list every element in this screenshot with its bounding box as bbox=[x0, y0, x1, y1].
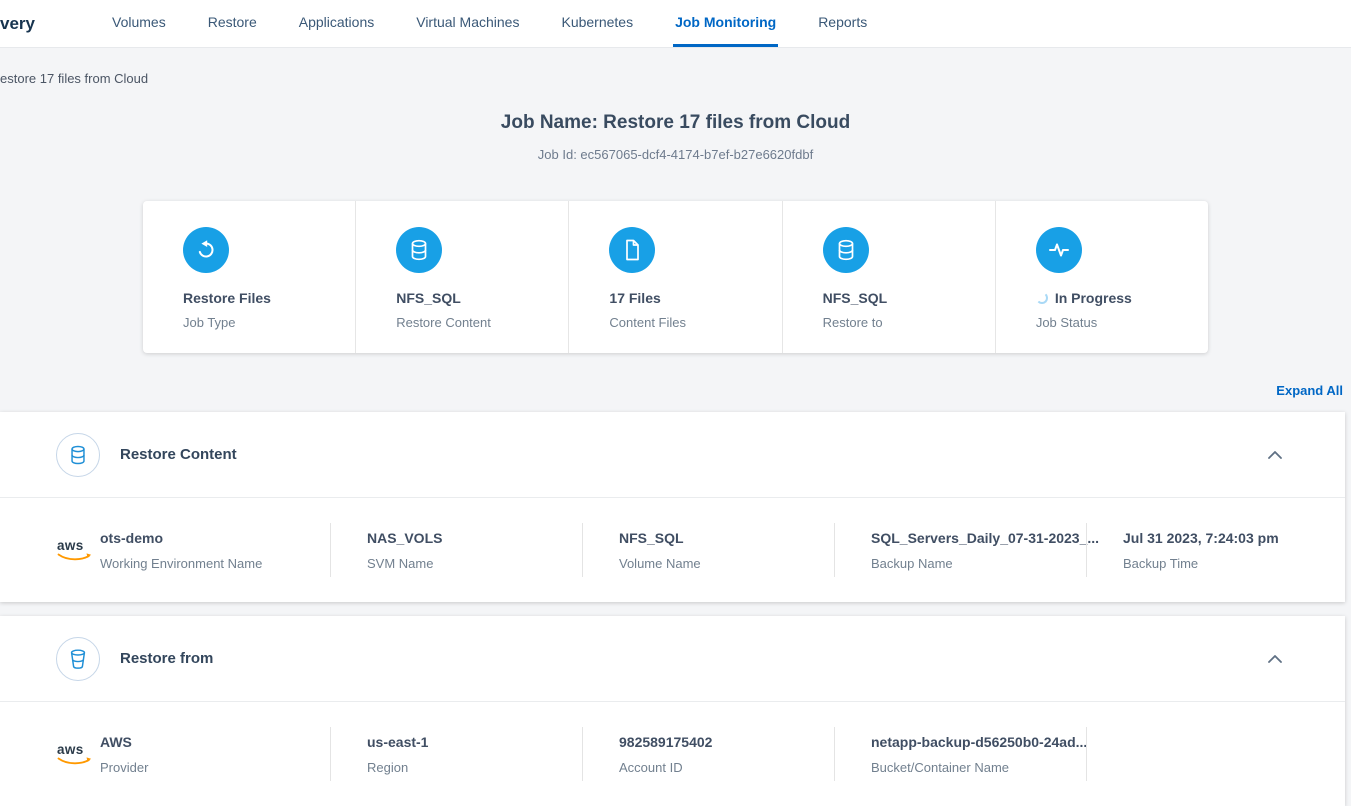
top-navigation: very Volumes Restore Applications Virtua… bbox=[0, 0, 1351, 48]
summary-value: NFS_SQL bbox=[396, 290, 568, 306]
chevron-up-icon[interactable] bbox=[1261, 444, 1289, 466]
field-svm-name: NAS_VOLS SVM Name bbox=[330, 523, 582, 577]
database-icon bbox=[396, 227, 442, 273]
tab-job-monitoring[interactable]: Job Monitoring bbox=[673, 0, 778, 47]
field-label: Account ID bbox=[619, 760, 834, 775]
field-value: SQL_Servers_Daily_07-31-2023_... bbox=[871, 530, 1086, 546]
field-value: Jul 31 2023, 7:24:03 pm bbox=[1123, 530, 1338, 546]
database-icon bbox=[823, 227, 869, 273]
field-working-environment: ots-demo Working Environment Name bbox=[100, 523, 330, 577]
summary-value: 17 Files bbox=[609, 290, 781, 306]
summary-value: NFS_SQL bbox=[823, 290, 995, 306]
summary-value: Restore Files bbox=[183, 290, 355, 306]
summary-item-job-status: In Progress Job Status bbox=[995, 201, 1208, 353]
restore-content-header[interactable]: Restore Content bbox=[0, 412, 1345, 498]
tab-restore[interactable]: Restore bbox=[206, 0, 259, 47]
summary-item-job-type: Restore Files Job Type bbox=[143, 201, 355, 353]
restore-content-row: aws ots-demo Working Environment Name NA… bbox=[0, 498, 1345, 602]
field-bucket-name: netapp-backup-d56250b0-24ad... Bucket/Co… bbox=[834, 727, 1086, 781]
activity-icon bbox=[1036, 227, 1082, 273]
expand-all-link[interactable]: Expand All bbox=[1276, 383, 1343, 398]
field-label: Volume Name bbox=[619, 556, 834, 571]
field-label: Bucket/Container Name bbox=[871, 760, 1086, 775]
tab-applications[interactable]: Applications bbox=[297, 0, 377, 47]
aws-logo: aws bbox=[56, 741, 100, 767]
summary-item-restore-content: NFS_SQL Restore Content bbox=[355, 201, 568, 353]
summary-label: Job Type bbox=[183, 315, 355, 330]
section-restore-content: Restore Content aws ots-demo Working Env… bbox=[0, 412, 1345, 602]
field-provider: AWS Provider bbox=[100, 727, 330, 781]
section-title: Restore Content bbox=[120, 446, 237, 463]
page-title: Job Name: Restore 17 files from Cloud bbox=[0, 112, 1351, 134]
nav-tabs: Volumes Restore Applications Virtual Mac… bbox=[110, 0, 869, 47]
tab-virtual-machines[interactable]: Virtual Machines bbox=[414, 0, 521, 47]
svg-text:aws: aws bbox=[57, 742, 84, 757]
field-backup-name: SQL_Servers_Daily_07-31-2023_... Backup … bbox=[834, 523, 1086, 577]
bucket-icon bbox=[56, 637, 100, 681]
tab-kubernetes[interactable]: Kubernetes bbox=[559, 0, 635, 47]
summary-item-restore-to: NFS_SQL Restore to bbox=[782, 201, 995, 353]
database-icon bbox=[56, 433, 100, 477]
files-icon bbox=[609, 227, 655, 273]
field-value: us-east-1 bbox=[367, 734, 582, 750]
field-value: ots-demo bbox=[100, 530, 330, 546]
restore-icon bbox=[183, 227, 229, 273]
field-label: Working Environment Name bbox=[100, 556, 330, 571]
field-value: NAS_VOLS bbox=[367, 530, 582, 546]
restore-from-row: aws AWS Provider us-east-1 Region 982589… bbox=[0, 702, 1345, 806]
field-account-id: 982589175402 Account ID bbox=[582, 727, 834, 781]
summary-item-content-files: 17 Files Content Files bbox=[568, 201, 781, 353]
field-label: Region bbox=[367, 760, 582, 775]
field-backup-time: Jul 31 2023, 7:24:03 pm Backup Time bbox=[1086, 523, 1338, 577]
field-value: NFS_SQL bbox=[619, 530, 834, 546]
expand-all-row: Expand All bbox=[0, 382, 1351, 400]
breadcrumb[interactable]: estore 17 files from Cloud bbox=[0, 71, 1351, 86]
field-volume-name: NFS_SQL Volume Name bbox=[582, 523, 834, 577]
field-label: SVM Name bbox=[367, 556, 582, 571]
field-label: Backup Name bbox=[871, 556, 1086, 571]
chevron-up-icon[interactable] bbox=[1261, 648, 1289, 670]
job-id: Job Id: ec567065-dcf4-4174-b7ef-b27e6620… bbox=[0, 147, 1351, 162]
summary-label: Content Files bbox=[609, 315, 781, 330]
aws-logo: aws bbox=[56, 537, 100, 563]
field-value: 982589175402 bbox=[619, 734, 834, 750]
summary-label: Restore to bbox=[823, 315, 995, 330]
restore-from-header[interactable]: Restore from bbox=[0, 616, 1345, 702]
tab-reports[interactable]: Reports bbox=[816, 0, 869, 47]
job-status-text: In Progress bbox=[1055, 290, 1132, 306]
summary-label: Restore Content bbox=[396, 315, 568, 330]
tab-volumes[interactable]: Volumes bbox=[110, 0, 168, 47]
field-value: netapp-backup-d56250b0-24ad... bbox=[871, 734, 1086, 750]
field-region: us-east-1 Region bbox=[330, 727, 582, 781]
field-label: Provider bbox=[100, 760, 330, 775]
field-value: AWS bbox=[100, 734, 330, 750]
section-title: Restore from bbox=[120, 650, 213, 667]
field-label: Backup Time bbox=[1123, 556, 1338, 571]
app-brand[interactable]: very bbox=[0, 0, 42, 47]
job-summary-card: Restore Files Job Type NFS_SQL Restore C… bbox=[143, 201, 1208, 353]
section-restore-from: Restore from aws AWS Provider us-east-1 … bbox=[0, 616, 1345, 806]
job-status-value: In Progress bbox=[1036, 290, 1208, 306]
field-empty bbox=[1086, 727, 1338, 781]
svg-text:aws: aws bbox=[57, 538, 84, 553]
in-progress-spinner-icon bbox=[1036, 292, 1048, 304]
summary-label: Job Status bbox=[1036, 315, 1208, 330]
